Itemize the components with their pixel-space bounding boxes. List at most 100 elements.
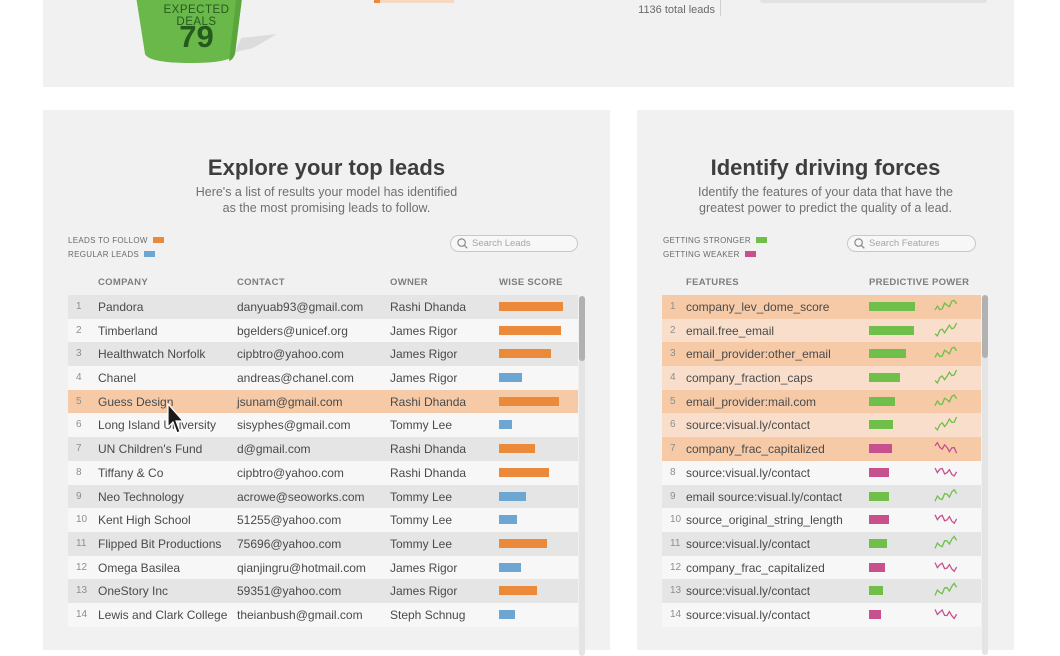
wise-score-bar	[499, 586, 537, 596]
company-name[interactable]: Timberland	[98, 324, 158, 338]
scrollbar-thumb[interactable]	[579, 296, 585, 361]
table-row[interactable]: 4 company_fraction_caps	[662, 366, 981, 390]
table-row[interactable]: 11 source:visual.ly/contact	[662, 531, 981, 556]
company-name[interactable]: Pandora	[98, 300, 143, 314]
subtitle-line: as the most promising leads to follow.	[222, 200, 431, 215]
table-row[interactable]: 4 Chanel andreas@chanel.com James Rigor	[68, 366, 578, 390]
table-row[interactable]: 5 email_provider:mail.com	[662, 389, 981, 414]
table-row[interactable]: 1 Pandora danyuab93@gmail.com Rashi Dhanda	[68, 295, 578, 319]
column-header-wise-score[interactable]: WISE SCORE	[499, 277, 563, 288]
feature-name[interactable]: source:visual.ly/contact	[686, 608, 810, 622]
company-name[interactable]: Long Island University	[98, 418, 216, 432]
feature-name[interactable]: company_frac_capitalized	[686, 442, 825, 456]
subtitle-line: Identify the features of your data that …	[697, 185, 954, 199]
feature-name[interactable]: email source:visual.ly/contact	[686, 490, 842, 504]
contact-email[interactable]: theianbush@gmail.com	[237, 608, 363, 622]
feature-name[interactable]: source:visual.ly/contact	[686, 418, 810, 432]
row-number: 1	[76, 301, 82, 312]
feature-name[interactable]: company_fraction_caps	[686, 371, 813, 385]
features-scrollbar[interactable]	[982, 295, 988, 655]
table-row[interactable]: 5 Guess Design jsunam@gmail.com Rashi Dhand…	[68, 389, 578, 414]
table-row[interactable]: 12 company_frac_capitalized	[662, 555, 981, 580]
contact-email[interactable]: jsunam@gmail.com	[237, 395, 343, 409]
feature-name[interactable]: company_frac_capitalized	[686, 561, 825, 575]
feature-name[interactable]: email.free_email	[686, 324, 774, 338]
scrollbar-thumb[interactable]	[982, 295, 988, 358]
table-row[interactable]: 2 email.free_email	[662, 318, 981, 343]
column-header-owner[interactable]: OWNER	[390, 277, 428, 288]
company-name[interactable]: UN Children's Fund	[98, 442, 202, 456]
mouse-cursor-icon	[167, 403, 185, 434]
company-name[interactable]: Guess Design	[98, 395, 173, 409]
company-name[interactable]: Healthwatch Norfolk	[98, 347, 205, 361]
leads-scrollbar[interactable]	[579, 296, 585, 656]
table-row[interactable]: 7 UN Children's Fund d@gmail.com Rashi Dhan…	[68, 437, 578, 461]
table-row[interactable]: 14 Lewis and Clark College theianbush@gmai…	[68, 602, 578, 627]
column-header-contact[interactable]: CONTACT	[237, 277, 285, 288]
table-row[interactable]: 12 Omega Basilea qianjingru@hotmail.com Jam…	[68, 555, 578, 580]
contact-email[interactable]: bgelders@unicef.org	[237, 324, 348, 338]
company-name[interactable]: Kent High School	[98, 513, 191, 527]
row-number: 9	[670, 490, 676, 502]
search-leads-input[interactable]: Search Leads	[450, 235, 578, 252]
forces-legend: GETTING STRONGER GETTING WEAKER	[663, 233, 767, 261]
contact-email[interactable]: acrowe@seoworks.com	[237, 490, 365, 504]
feature-name[interactable]: source:visual.ly/contact	[686, 584, 810, 598]
company-name[interactable]: Omega Basilea	[98, 561, 180, 575]
column-header-predictive-power[interactable]: PREDICTIVE POWER	[869, 277, 969, 288]
feature-name[interactable]: email_provider:other_email	[686, 347, 831, 361]
company-name[interactable]: Lewis and Clark College	[98, 608, 227, 622]
table-row[interactable]: 8 source:visual.ly/contact	[662, 460, 981, 485]
table-row[interactable]: 10 source_original_string_length	[662, 508, 981, 532]
company-name[interactable]: Chanel	[98, 371, 136, 385]
table-row[interactable]: 10 Kent High School 51255@yahoo.com Tommy L…	[68, 508, 578, 532]
row-number: 9	[76, 490, 82, 502]
column-header-features[interactable]: FEATURES	[686, 277, 739, 288]
contact-email[interactable]: 75696@yahoo.com	[237, 537, 341, 551]
table-row[interactable]: 3 email_provider:other_email	[662, 342, 981, 367]
legend-swatch	[755, 237, 767, 243]
predictive-power-bar	[869, 609, 881, 619]
feature-name[interactable]: email_provider:mail.com	[686, 395, 816, 409]
table-row[interactable]: 13 OneStory Inc 59351@yahoo.com James Rigor	[68, 579, 578, 603]
table-row[interactable]: 8 Tiffany & Co cipbtro@yahoo.com Rashi Dhan…	[68, 460, 578, 485]
table-row[interactable]: 1 company_lev_dome_score	[662, 295, 981, 319]
leads-legend: LEADS TO FOLLOW REGULAR LEADS	[68, 233, 164, 261]
table-row[interactable]: 2 Timberland bgelders@unicef.org James Rigo…	[68, 318, 578, 343]
feature-name[interactable]: source:visual.ly/contact	[686, 537, 810, 551]
contact-email[interactable]: cipbtro@yahoo.com	[237, 466, 344, 480]
contact-email[interactable]: cipbtro@yahoo.com	[237, 347, 344, 361]
column-header-company[interactable]: COMPANY	[98, 277, 148, 288]
contact-email[interactable]: 51255@yahoo.com	[237, 513, 341, 527]
feature-name[interactable]: company_lev_dome_score	[686, 300, 829, 314]
table-row[interactable]: 6 source:visual.ly/contact	[662, 413, 981, 438]
company-name[interactable]: Flipped Bit Productions	[98, 537, 221, 551]
owner-name: Rashi Dhanda	[390, 300, 467, 314]
table-row[interactable]: 14 source:visual.ly/contact	[662, 602, 981, 627]
company-name[interactable]: OneStory Inc	[98, 584, 168, 598]
contact-email[interactable]: d@gmail.com	[237, 442, 311, 456]
feature-name[interactable]: source_original_string_length	[686, 513, 843, 527]
row-number: 4	[76, 372, 82, 384]
contact-email[interactable]: danyuab93@gmail.com	[237, 300, 363, 314]
company-name[interactable]: Tiffany & Co	[98, 466, 163, 480]
contact-email[interactable]: qianjingru@hotmail.com	[237, 561, 366, 575]
search-features-input[interactable]: Search Features	[847, 235, 976, 252]
wise-score-bar	[499, 538, 547, 548]
table-row[interactable]: 3 Healthwatch Norfolk cipbtro@yahoo.com Jam…	[68, 342, 578, 367]
table-row[interactable]: 9 email source:visual.ly/contact	[662, 484, 981, 509]
predictive-power-bar	[869, 491, 889, 501]
table-row[interactable]: 11 Flipped Bit Productions 75696@yahoo.com…	[68, 531, 578, 556]
legend-label: LEADS TO FOLLOW	[68, 235, 148, 245]
contact-email[interactable]: sisyphes@gmail.com	[237, 418, 351, 432]
table-row[interactable]: 13 source:visual.ly/contact	[662, 579, 981, 603]
owner-name: Tommy Lee	[390, 513, 453, 528]
contact-email[interactable]: 59351@yahoo.com	[237, 584, 341, 598]
contact-email[interactable]: andreas@chanel.com	[237, 371, 354, 385]
table-row[interactable]: 9 Neo Technology acrowe@seoworks.com Tommy …	[68, 484, 578, 509]
table-row[interactable]: 6 Long Island University sisyphes@gmail.co…	[68, 413, 578, 438]
row-number: 13	[670, 585, 682, 597]
table-row[interactable]: 7 company_frac_capitalized	[662, 437, 981, 461]
feature-name[interactable]: source:visual.ly/contact	[686, 466, 810, 480]
company-name[interactable]: Neo Technology	[98, 490, 184, 504]
